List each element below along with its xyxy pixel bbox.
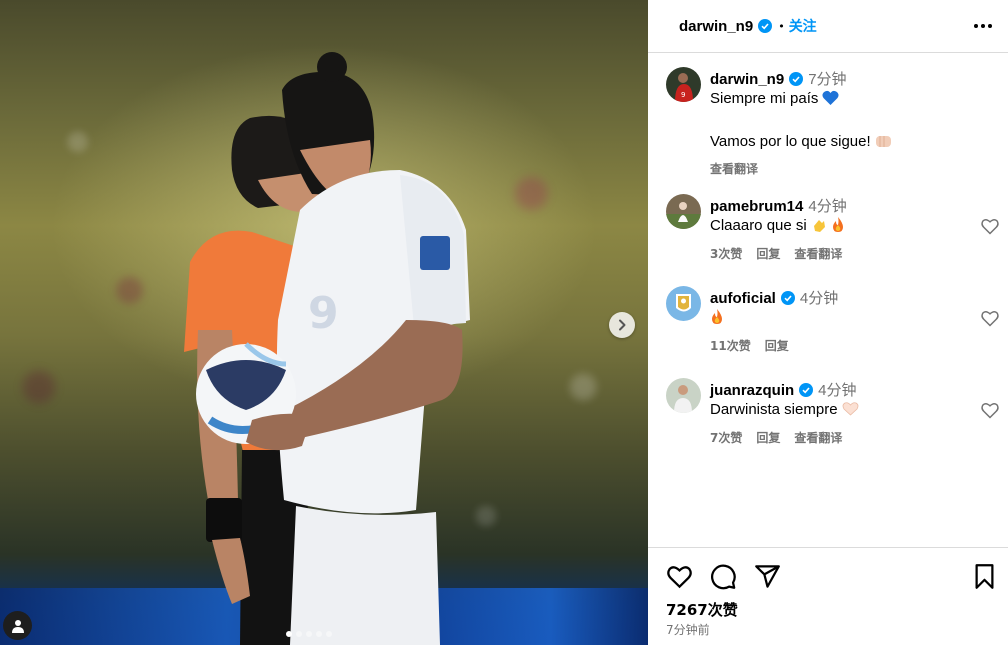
verified-badge-icon: [799, 383, 814, 397]
comment-actions: 7次赞 回复 查看翻译: [710, 429, 968, 446]
reply-button[interactable]: 回复: [765, 337, 789, 354]
clapping-hands-icon: [811, 217, 827, 239]
header-separator: •: [778, 19, 785, 33]
heart-hands-icon: [842, 401, 859, 423]
comment-icon[interactable]: [710, 563, 737, 590]
heart-icon[interactable]: [666, 563, 693, 590]
avatar[interactable]: [666, 378, 701, 413]
user-tag-icon: [11, 619, 24, 633]
comment-time[interactable]: 4分钟: [808, 198, 846, 215]
carousel-dot: [306, 631, 312, 637]
reply-button[interactable]: 回复: [756, 245, 780, 262]
player-figure: 9: [276, 52, 470, 645]
comment-actions: 3次赞 回复 查看翻译: [710, 245, 968, 262]
comment-like-count[interactable]: 11次赞: [710, 337, 751, 354]
heart-icon[interactable]: [980, 216, 1000, 236]
chevron-right-icon: [619, 319, 626, 331]
follow-button[interactable]: 关注: [789, 16, 817, 36]
blue-heart-icon: [822, 90, 839, 112]
reply-button[interactable]: 回复: [756, 429, 780, 446]
comment-actions: 11次赞 回复: [710, 337, 968, 354]
post-action-bar: [666, 563, 781, 590]
avatar[interactable]: [666, 286, 701, 321]
share-icon[interactable]: [754, 563, 781, 590]
user-tags-button[interactable]: [3, 611, 32, 640]
see-translation-link[interactable]: 查看翻译: [794, 429, 842, 446]
bookmark-icon[interactable]: [971, 563, 998, 590]
verified-badge-icon: [780, 291, 795, 305]
author-username[interactable]: darwin_n9: [679, 18, 753, 35]
caption-line-2: Vamos por lo que sigue!: [710, 132, 968, 155]
heart-icon[interactable]: [980, 308, 1000, 328]
see-translation-link[interactable]: 查看翻译: [710, 160, 758, 177]
carousel-dot: [296, 631, 302, 637]
verified-badge-icon: [758, 19, 773, 33]
comment-like-count[interactable]: 3次赞: [710, 245, 742, 262]
comment-time[interactable]: 4分钟: [800, 290, 838, 307]
player-hand: [246, 413, 312, 451]
carousel-dot: [316, 631, 322, 637]
carousel-dot: [286, 631, 292, 637]
fire-icon: [710, 309, 724, 331]
caption-time[interactable]: 7分钟: [808, 71, 846, 88]
comment-text: Claaaro que si: [710, 216, 968, 239]
see-translation-link[interactable]: 查看翻译: [794, 245, 842, 262]
comment-username[interactable]: pamebrum14: [710, 198, 803, 215]
comments-list: 9 darwin_n9 7分钟 Siempre mi país Vamos por…: [648, 54, 1008, 547]
verified-badge-icon: [789, 72, 804, 86]
comment-text: Darwinista siempre: [710, 400, 968, 423]
svg-text:9: 9: [681, 91, 685, 99]
more-options-button[interactable]: [971, 14, 995, 38]
comment-like-count[interactable]: 7次赞: [710, 429, 742, 446]
fist-bump-icon: [875, 133, 892, 155]
comment-time[interactable]: 4分钟: [818, 382, 856, 399]
caption-actions: 查看翻译: [710, 160, 968, 177]
caption-username[interactable]: darwin_n9: [710, 71, 784, 88]
avatar[interactable]: [666, 194, 701, 229]
comment-username[interactable]: aufoficial: [710, 290, 776, 307]
next-slide-button[interactable]: [609, 312, 635, 338]
post-header: darwin_n9 • 关注: [648, 0, 1008, 53]
heart-icon[interactable]: [980, 400, 1000, 420]
post-timestamp[interactable]: 7分钟前: [666, 621, 710, 638]
like-count[interactable]: 7267次赞: [666, 599, 738, 620]
carousel-dot: [326, 631, 332, 637]
post-footer: 7267次赞 7分钟前: [648, 547, 1008, 645]
fire-icon: [831, 217, 845, 239]
post-side-panel: darwin_n9 • 关注 9 darwin_n9 7分钟 Siempre m…: [648, 0, 1008, 645]
comment-text: [710, 308, 968, 331]
football-photo: 9: [184, 52, 470, 645]
post-media: 9: [0, 0, 648, 645]
more-options-icon: [974, 24, 992, 28]
avatar[interactable]: 9: [666, 67, 701, 102]
comment-username[interactable]: juanrazquin: [710, 382, 794, 399]
svg-text:9: 9: [308, 288, 339, 339]
caption-line-1: Siempre mi país: [710, 89, 968, 112]
carousel-indicator: [286, 631, 332, 637]
